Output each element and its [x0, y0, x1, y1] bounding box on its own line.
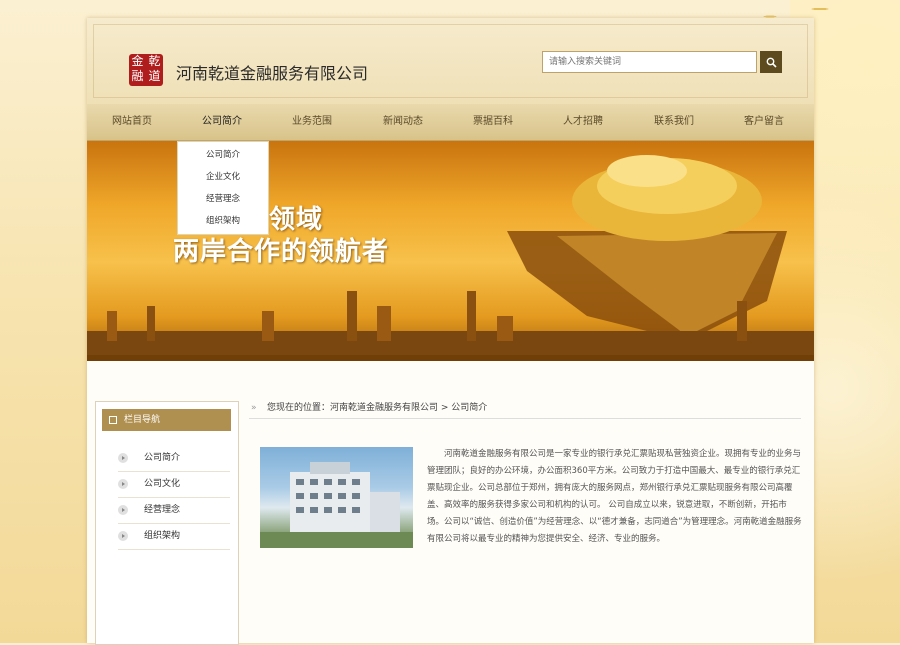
nav-messages[interactable]: 客户留言: [719, 104, 809, 140]
sidebar-item-culture[interactable]: 公司文化: [118, 472, 230, 498]
company-intro-text: 河南乾道金融服务有限公司是一家专业的银行承兑汇票贴现私营独资企业。现拥有专业的业…: [427, 449, 802, 544]
sidebar-item-profile[interactable]: 公司简介: [118, 446, 230, 472]
nav-contact[interactable]: 联系我们: [629, 104, 719, 140]
sidebar-title-icon: [109, 416, 117, 424]
page-wrapper: 金 乾 融 道 河南乾道金融服务有限公司 网站首页 公司简介 业务范围 新闻动态…: [87, 18, 814, 645]
breadcrumb: » 您现在的位置：河南乾道金融服务有限公司 > 公司简介: [249, 398, 801, 419]
main-nav: 网站首页 公司简介 业务范围 新闻动态 票据百科 人才招聘 联系我们 客户留言: [87, 104, 814, 141]
arrow-right-icon: [118, 453, 128, 463]
sidebar-item-label: 公司文化: [144, 479, 181, 489]
nav-home[interactable]: 网站首页: [87, 104, 177, 140]
banner-headline-2: 两岸合作的领航者: [173, 237, 390, 267]
dropdown-item-philosophy[interactable]: 经营理念: [178, 188, 268, 210]
breadcrumb-arrow-icon: »: [251, 403, 257, 413]
breadcrumb-text[interactable]: 您现在的位置：河南乾道金融服务有限公司 > 公司简介: [267, 398, 487, 418]
sidebar-title: 栏目导航: [102, 409, 231, 431]
logo-char: 道: [148, 69, 161, 83]
company-name[interactable]: 河南乾道金融服务有限公司: [176, 60, 368, 84]
sidebar-item-philosophy[interactable]: 经营理念: [118, 498, 230, 524]
nav-news[interactable]: 新闻动态: [358, 104, 448, 140]
nav-business[interactable]: 业务范围: [267, 104, 357, 140]
arrow-right-icon: [118, 505, 128, 515]
nav-about[interactable]: 公司简介: [177, 104, 267, 140]
sidebar-item-label: 组织架构: [144, 531, 181, 541]
nav-jobs[interactable]: 人才招聘: [538, 104, 628, 140]
sidebar-title-text: 栏目导航: [124, 415, 161, 425]
company-building-image: [260, 447, 413, 548]
arrow-right-icon: [118, 531, 128, 541]
nav-encyclopedia[interactable]: 票据百科: [448, 104, 538, 140]
header: 金 乾 融 道 河南乾道金融服务有限公司: [87, 18, 814, 105]
logo-char: 金: [131, 54, 144, 68]
dropdown-item-culture[interactable]: 企业文化: [178, 166, 268, 188]
logo-char: 融: [131, 69, 144, 83]
logo-seal[interactable]: 金 乾 融 道: [129, 54, 163, 86]
search-input[interactable]: [542, 51, 757, 73]
search-button[interactable]: [760, 51, 782, 73]
dropdown-item-profile[interactable]: 公司简介: [178, 144, 268, 166]
building-illustration: [260, 462, 413, 548]
search-icon: [766, 57, 777, 68]
arrow-right-icon: [118, 479, 128, 489]
sidebar: 栏目导航 公司简介 公司文化 经营理念 组织架构: [95, 401, 239, 645]
about-dropdown-menu: 公司简介 企业文化 经营理念 组织架构: [177, 141, 269, 235]
logo-char: 乾: [148, 54, 161, 68]
dropdown-item-organization[interactable]: 组织架构: [178, 210, 268, 232]
banner-bottom-strip: [87, 355, 814, 361]
sidebar-item-label: 经营理念: [144, 505, 181, 515]
sidebar-item-label: 公司简介: [144, 453, 181, 463]
sidebar-item-organization[interactable]: 组织架构: [118, 524, 230, 550]
